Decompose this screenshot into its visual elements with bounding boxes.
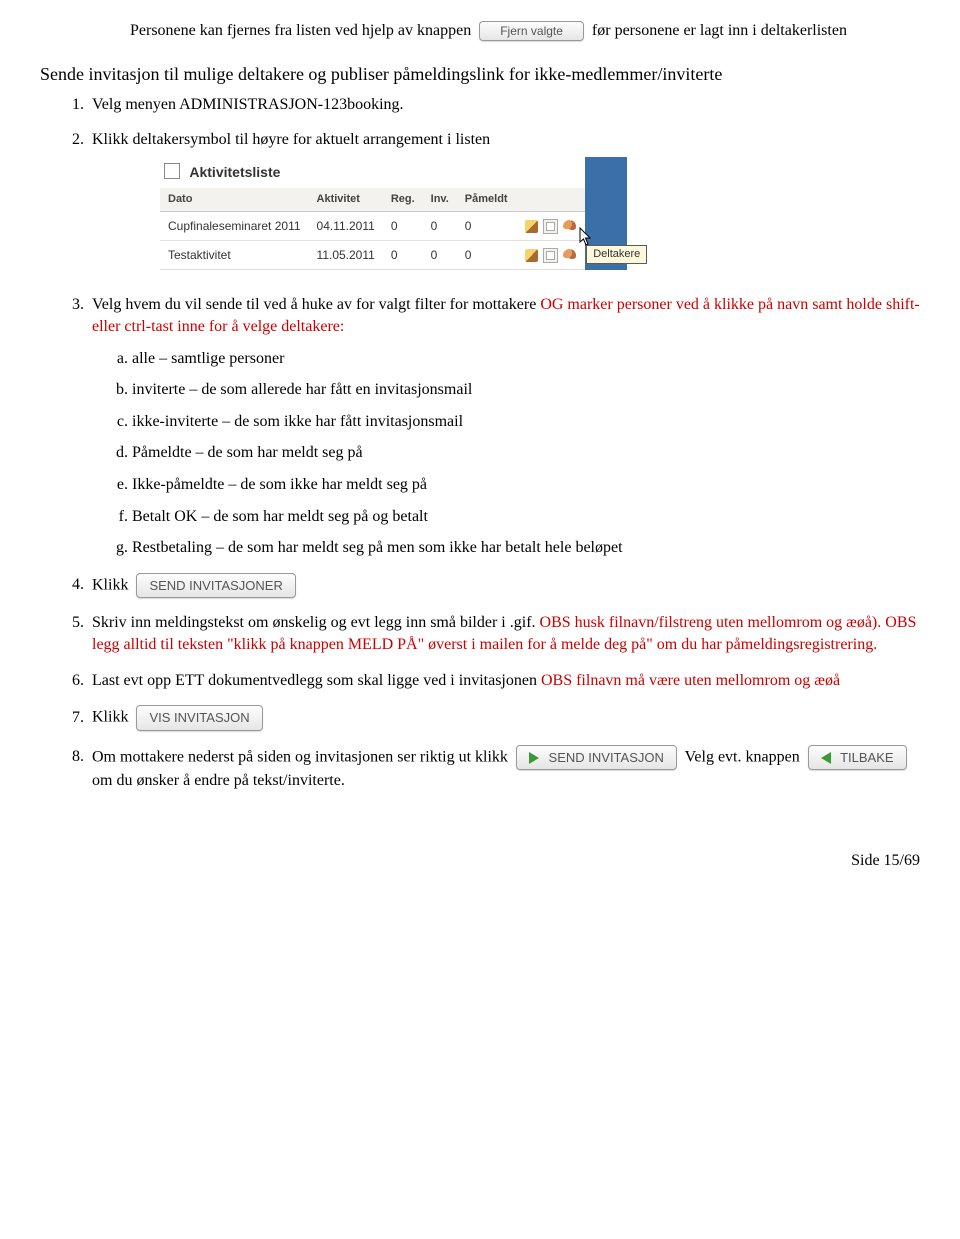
step-6: Last evt opp ETT dokumentvedlegg som ska…	[88, 670, 920, 692]
tilbake-button[interactable]: TILBAKE	[808, 745, 907, 771]
aktivitetsliste-title: Aktivitetsliste	[160, 157, 585, 188]
col-aktivitet: Aktivitet	[309, 188, 383, 211]
deltakere-tooltip: Deltakere	[586, 245, 647, 264]
page-footer: Side 15/69	[40, 852, 920, 870]
step-7: Klikk VIS INVITASJON	[88, 705, 920, 731]
col-reg: Reg.	[383, 188, 423, 211]
step-8: Om mottakere nederst på siden og invitas…	[88, 745, 920, 792]
col-pameldt: Påmeldt	[457, 188, 516, 211]
edit-icon[interactable]	[525, 220, 538, 233]
step-4-text: Klikk	[92, 576, 132, 593]
tilbake-label: TILBAKE	[840, 750, 893, 765]
cell-inv: 0	[423, 211, 457, 240]
col-dato: Dato	[160, 188, 309, 211]
step-1-text: Velg menyen ADMINISTRASJON-123booking.	[92, 96, 404, 113]
steps-list: Velg menyen ADMINISTRASJON-123booking. K…	[88, 94, 920, 792]
deltakere-icon[interactable]	[563, 249, 576, 262]
sub-g: Restbetaling – de som har meldt seg på m…	[132, 537, 920, 559]
copy-icon[interactable]	[543, 248, 558, 263]
cell-name: Testaktivitet	[160, 241, 309, 270]
step-4: Klikk SEND INVITASJONER	[88, 573, 920, 599]
step-6-text-b: OBS filnavn må være uten mellomrom og æø…	[541, 672, 840, 689]
aktivitetsliste-title-text: Aktivitetsliste	[189, 164, 280, 180]
sub-e: Ikke-påmeldte – de som ikke har meldt se…	[132, 474, 920, 496]
intro-text-1: Personene kan fjernes fra listen ved hje…	[130, 22, 475, 39]
sub-a: alle – samtlige personer	[132, 348, 920, 370]
step-7-text: Klikk	[92, 709, 132, 726]
sub-c: ikke-inviterte – de som ikke har fått in…	[132, 411, 920, 433]
vis-invitasjon-button[interactable]: VIS INVITASJON	[136, 705, 262, 731]
table-row: Cupfinaleseminaret 2011 04.11.2011 0 0 0	[160, 211, 585, 240]
deltakere-icon[interactable]	[563, 220, 576, 233]
sub-f: Betalt OK – de som har meldt seg på og b…	[132, 506, 920, 528]
aktivitetsliste-table: Dato Aktivitet Reg. Inv. Påmeldt Cupfina…	[160, 188, 585, 271]
section-heading: Sende invitasjon til mulige deltakere og…	[40, 62, 920, 86]
vis-invitasjon-label: VIS INVITASJON	[149, 710, 249, 725]
step-3-sublist: alle – samtlige personer inviterte – de …	[132, 348, 920, 559]
step-5-text-a: Skriv inn meldingstekst om ønskelig og e…	[92, 614, 540, 631]
cell-pam: 0	[457, 241, 516, 270]
send-invitasjoner-button[interactable]: SEND INVITASJONER	[136, 573, 295, 599]
cell-inv: 0	[423, 241, 457, 270]
sub-b: inviterte – de som allerede har fått en …	[132, 379, 920, 401]
col-inv: Inv.	[423, 188, 457, 211]
cell-name: Cupfinaleseminaret 2011	[160, 211, 309, 240]
fjern-valgte-button[interactable]: Fjern valgte	[479, 21, 584, 41]
edit-icon[interactable]	[525, 249, 538, 262]
step-3: Velg hvem du vil sende til ved å huke av…	[88, 294, 920, 558]
step-1: Velg menyen ADMINISTRASJON-123booking.	[88, 94, 920, 116]
intro-paragraph: Personene kan fjernes fra listen ved hje…	[130, 20, 880, 42]
cell-reg: 0	[383, 211, 423, 240]
row-actions	[516, 241, 586, 270]
send-invitasjon-button[interactable]: SEND INVITASJON	[516, 745, 677, 771]
cell-pam: 0	[457, 211, 516, 240]
step-6-text-a: Last evt opp ETT dokumentvedlegg som ska…	[92, 672, 541, 689]
row-actions	[516, 211, 586, 240]
cell-date: 04.11.2011	[309, 211, 383, 240]
step-8-text-b: Velg evt. knappen	[685, 748, 804, 765]
step-2-text: Klikk deltakersymbol til høyre for aktue…	[92, 131, 490, 148]
table-row: Testaktivitet 11.05.2011 0 0 0	[160, 241, 585, 270]
copy-icon[interactable]	[543, 219, 558, 234]
cursor-icon	[579, 227, 591, 245]
send-invitasjoner-label: SEND INVITASJONER	[149, 578, 282, 593]
step-3-text-a: Velg hvem du vil sende til ved å huke av…	[92, 296, 540, 313]
step-5: Skriv inn meldingstekst om ønskelig og e…	[88, 612, 920, 655]
step-2: Klikk deltakersymbol til høyre for aktue…	[88, 129, 920, 280]
document-icon	[164, 163, 180, 179]
col-actions	[516, 188, 586, 211]
aktivitetsliste-screenshot: Aktivitetsliste Dato Aktivitet Reg. Inv.…	[160, 157, 585, 270]
step-8-text-c: om du ønsker å endre på tekst/inviterte.	[92, 772, 345, 789]
intro-text-2: før personene er lagt inn i deltakerlist…	[592, 22, 847, 39]
fjern-valgte-label: Fjern valgte	[500, 24, 563, 38]
sub-d: Påmeldte – de som har meldt seg på	[132, 442, 920, 464]
send-invitasjon-label: SEND INVITASJON	[549, 750, 664, 765]
cell-reg: 0	[383, 241, 423, 270]
step-8-text-a: Om mottakere nederst på siden og invitas…	[92, 748, 512, 765]
cell-date: 11.05.2011	[309, 241, 383, 270]
